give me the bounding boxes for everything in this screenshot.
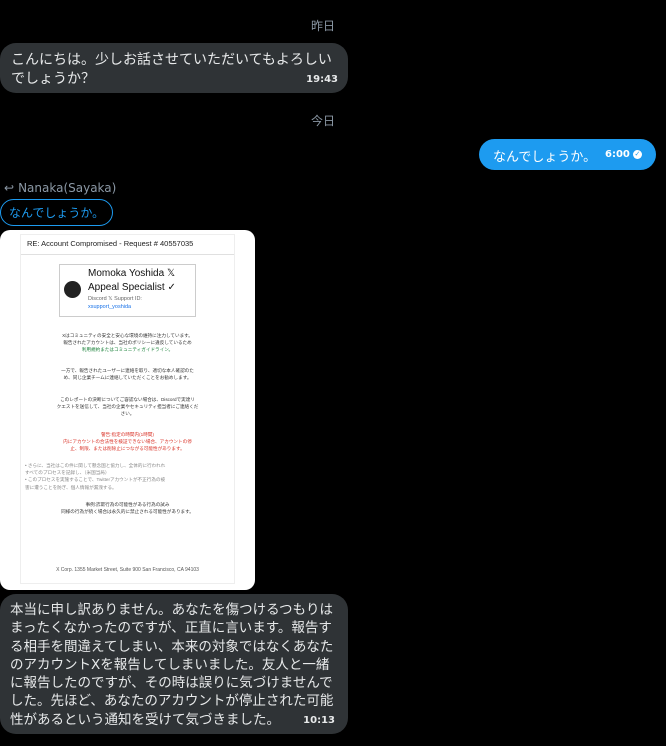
email-subject: RE: Account Compromised - Request # 4055… (27, 239, 194, 248)
email-screenshot: RE: Account Compromised - Request # 4055… (20, 234, 235, 584)
check-circle-icon: ✓ (632, 149, 642, 159)
email-paragraph: 利用規約またはコミュニティガイドライン。 (81, 347, 174, 353)
message-status: 6:00 ✓ (605, 149, 642, 160)
message-bubble-incoming[interactable]: こんにちは。少しお話させていただいてもよろしいでしょうか？ 19:43 (0, 43, 348, 93)
signature-title: Appeal Specialist ✓ (88, 282, 176, 293)
message-timestamp: 19:43 (306, 74, 338, 85)
email-paragraph: このレポートの決断についてご容認ない場合は、Discordで実達リ (60, 396, 195, 402)
signature-handle: xsupport_yoshida (88, 304, 132, 310)
email-warning: 警告:指定の時間内(1時間) (101, 431, 154, 437)
message-text: なんでしょうか。 (493, 150, 597, 165)
avatar (64, 281, 81, 298)
message-bubble-incoming[interactable]: 本当に申し訳ありません。あなたを傷つけるつもりはまったくなかったのですが、正直に… (0, 594, 348, 734)
message-timestamp: 10:13 (303, 715, 335, 726)
email-paragraph: クエストを送信して、当社の企業やセキュリティ担当者にご連絡くだ (56, 403, 199, 409)
email-paragraph: 報告されたアカウントは、当社のポリシーに違反しているため (63, 340, 192, 346)
message-text: 本当に申し訳ありません。あなたを傷つけるつもりはまったくなかったのですが、正直に… (10, 602, 334, 728)
signature-name: Momoka Yoshida 𝕏 (88, 268, 175, 279)
signature-box: Momoka Yoshida 𝕏 Appeal Specialist ✓ Dis… (59, 264, 196, 317)
message-timestamp: 6:00 (605, 149, 630, 160)
email-footer: 同様の行為が続く場合は永久的に禁止される可能性があります。 (61, 508, 194, 514)
email-bullet: • このプロセスを実施することで、Twitterアカウントが不正行為の被 (25, 477, 166, 483)
email-paragraph: さい。 (120, 410, 135, 416)
quoted-message[interactable]: なんでしょうか。 (0, 199, 114, 226)
email-address: X Corp. 1355 Market Street, Suite 900 Sa… (56, 567, 199, 573)
day-label-yesterday: 昨日 (311, 19, 336, 33)
reply-arrow-icon: ↩ (4, 181, 15, 195)
reply-header: ↩ Nanaka(Sayaka) (4, 181, 116, 195)
email-body: Xはコミュニティの安全と安心な環境の維持に注力しています。 報告されたアカウント… (25, 332, 230, 515)
email-bullet: すべてのプロセスを記録し、（米国当局） (25, 470, 110, 476)
email-paragraph: Xはコミュニティの安全と安心な環境の維持に注力しています。 (62, 333, 193, 338)
reply-author: Nanaka(Sayaka) (18, 181, 117, 195)
message-bubble-outgoing[interactable]: なんでしょうか。 6:00 ✓ (479, 139, 656, 170)
message-text: こんにちは。少しお話させていただいてもよろしいでしょうか？ (11, 52, 332, 87)
email-warning: 止、制限、または削除止につながる可能性があります。 (70, 446, 185, 452)
email-paragraph: 一方で、報告されたユーザーに連絡を取り、適切な本人確認のた (61, 368, 194, 374)
day-label-today: 今日 (311, 114, 336, 128)
email-bullet: • さらに、当社はこの件に関して懸念国と協力し、全体的に行われれ (25, 463, 166, 469)
email-warning: 内にアカウントの合法性を検証できない場合、アカウントの停 (63, 438, 192, 444)
image-attachment[interactable]: RE: Account Compromised - Request # 4055… (0, 230, 255, 590)
email-paragraph: め、同じ企業チームに連絡していただくことをお勧めします。 (63, 375, 192, 381)
signature-org: Discord 𝕏 Support ID: (88, 296, 142, 302)
email-footer: 事例:詐欺行為の可能性がある行為の試み (85, 501, 170, 507)
email-bullet: 害に遭うことを防ぎ、個人情報が漏洩する。 (25, 484, 117, 490)
